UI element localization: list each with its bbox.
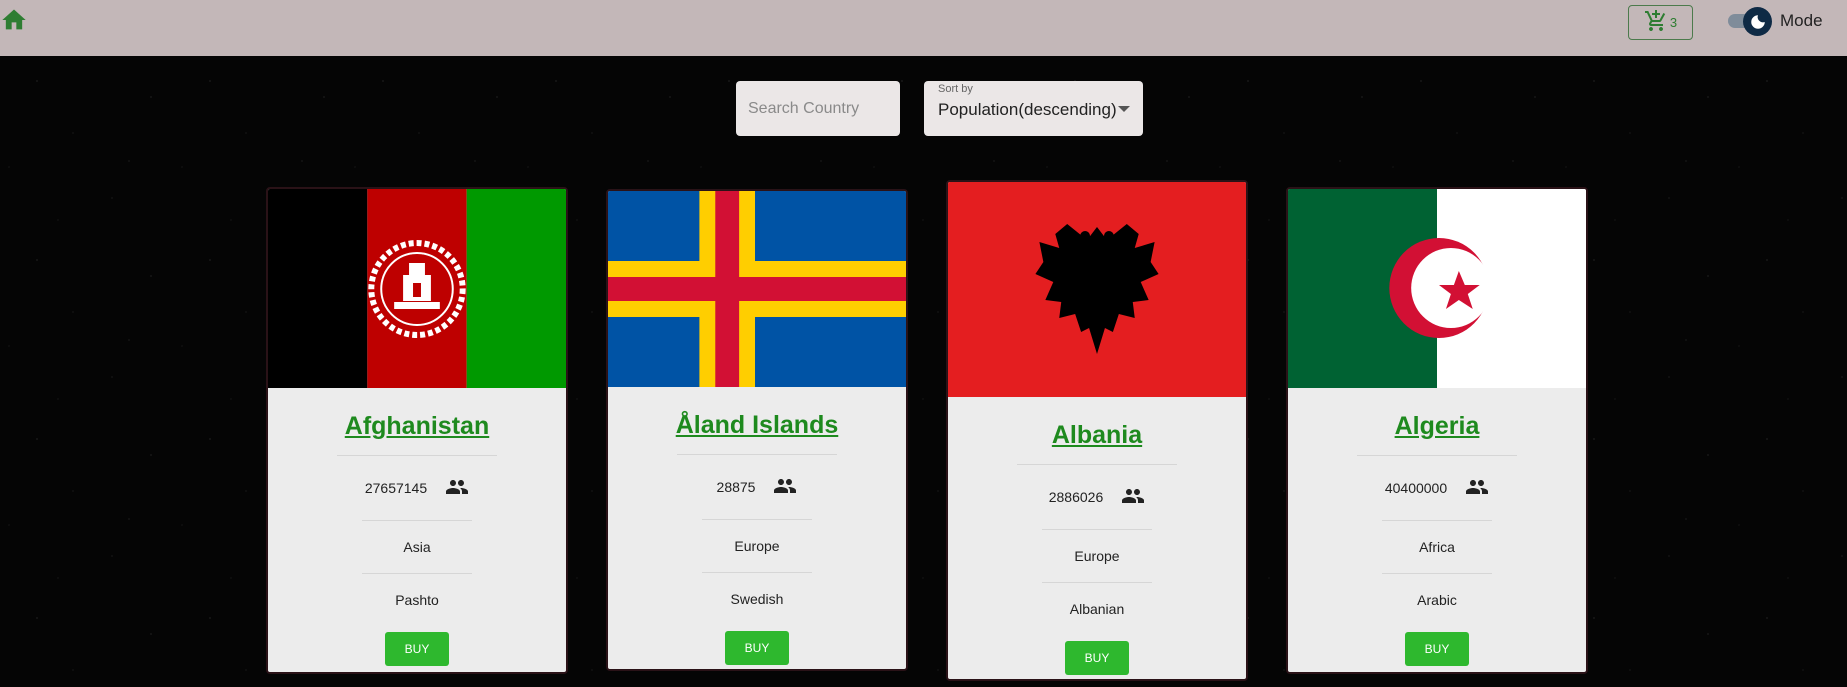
language-text: Swedish (730, 591, 784, 607)
language-text: Arabic (1417, 592, 1457, 608)
buy-button[interactable]: BUY (725, 631, 789, 665)
sort-label: Sort by (938, 83, 973, 95)
top-bar: 3 Mode (0, 0, 1847, 56)
region-text: Asia (403, 539, 431, 555)
population-row: 27657145 (268, 456, 566, 520)
country-card: Afghanistan 27657145 Asia Pashto BUY (266, 187, 568, 674)
cart-icon (1644, 9, 1668, 36)
flag-image (948, 182, 1246, 397)
people-icon (445, 475, 469, 502)
country-name-link[interactable]: Åland Islands (608, 411, 906, 440)
country-card: Åland Islands 28875 Europe Swedish BUY (606, 189, 908, 671)
chevron-down-icon (1118, 106, 1130, 112)
sort-select[interactable]: Sort by Population(descending) (924, 81, 1143, 136)
country-card: Algeria 40400000 Africa Arabic BUY (1286, 187, 1588, 674)
mode-label: Mode (1780, 11, 1823, 30)
country-card: Albania 2886026 Europe Albanian BUY (946, 180, 1248, 681)
buy-button[interactable]: BUY (1065, 641, 1129, 675)
home-icon[interactable] (0, 6, 28, 34)
dark-mode-toggle[interactable] (1726, 6, 1772, 36)
region-text: Europe (1074, 548, 1120, 564)
country-name-link[interactable]: Algeria (1288, 412, 1586, 441)
population-value: 27657145 (364, 480, 428, 496)
cart-count: 3 (1669, 15, 1678, 30)
flag-image (1288, 189, 1586, 388)
population-value: 2886026 (1048, 489, 1104, 505)
population-row: 28875 (608, 455, 906, 519)
population-row: 2886026 (948, 465, 1246, 529)
buy-button[interactable]: BUY (1405, 632, 1469, 666)
mode-switch: Mode (1726, 6, 1823, 36)
flag-image (608, 191, 906, 387)
population-value: 40400000 (1384, 480, 1448, 496)
country-name-link[interactable]: Albania (948, 421, 1246, 450)
people-icon (773, 474, 797, 501)
flag-image (268, 189, 566, 388)
country-name-link[interactable]: Afghanistan (268, 412, 566, 441)
population-value: 28875 (716, 479, 756, 495)
moon-icon (1743, 7, 1772, 36)
language-text: Albanian (1069, 601, 1125, 617)
language-text: Pashto (395, 592, 439, 608)
region-text: Europe (734, 538, 780, 554)
buy-button[interactable]: BUY (385, 632, 449, 666)
cart-button[interactable]: 3 (1628, 5, 1693, 40)
sort-value: Population(descending) (938, 100, 1117, 119)
people-icon (1465, 475, 1489, 502)
population-row: 40400000 (1288, 456, 1586, 520)
region-text: Africa (1419, 539, 1455, 555)
search-input[interactable] (736, 81, 900, 136)
people-icon (1121, 484, 1145, 511)
